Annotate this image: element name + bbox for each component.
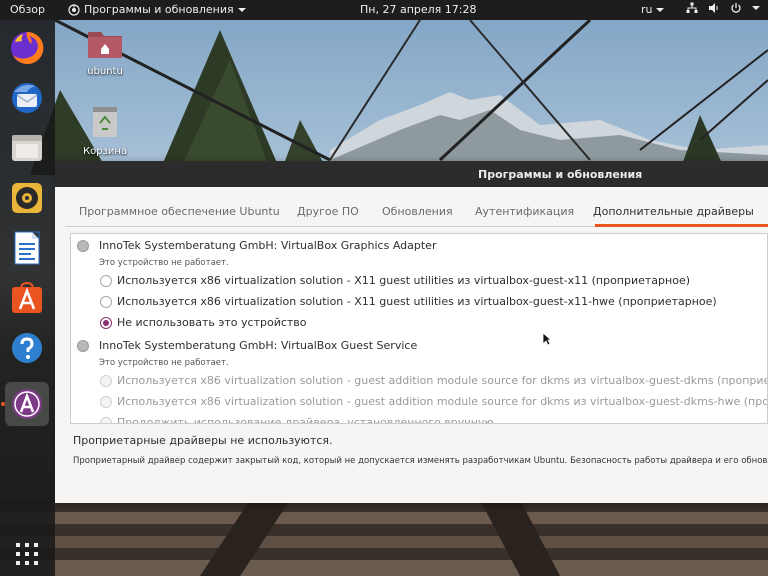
device-status: Это устройство не работает. xyxy=(99,358,229,368)
rhythmbox-icon xyxy=(12,183,42,213)
device-title: InnoTek Systemberatung GmbH: VirtualBox … xyxy=(99,239,437,252)
drivers-status-text: Проприетарные драйверы не используются. xyxy=(73,434,333,447)
software-and-updates-window: Программы и обновления Программное обесп… xyxy=(55,161,768,503)
dock-help[interactable] xyxy=(5,326,49,370)
desktop-trash-label: Корзина xyxy=(82,146,128,157)
dock-software-center[interactable] xyxy=(5,276,49,320)
keyboard-layout-indicator[interactable]: ru xyxy=(641,3,664,16)
driver-option-radio xyxy=(100,396,112,408)
active-tab-indicator xyxy=(595,224,768,227)
driver-option-label: Продолжить использование драйвера, устан… xyxy=(117,416,494,424)
top-bar: Обзор Программы и обновления Пн, 27 апре… xyxy=(0,0,768,20)
writer-icon xyxy=(14,231,40,265)
chevron-down-icon xyxy=(655,7,664,12)
dock-thunderbird[interactable] xyxy=(5,76,49,120)
power-icon xyxy=(731,3,741,13)
driver-option-radio[interactable] xyxy=(100,275,112,287)
volume-icon xyxy=(709,3,718,13)
show-applications-icon xyxy=(16,543,38,565)
device-status-icon xyxy=(77,340,89,352)
files-icon xyxy=(12,135,42,161)
tab-ubuntu-software[interactable]: Программное обеспечение Ubuntu xyxy=(79,205,280,218)
desktop-home-label: ubuntu xyxy=(87,66,123,77)
chevron-down-icon xyxy=(237,7,246,12)
proprietary-driver-note: Проприетарный драйвер содержит закрытый … xyxy=(73,456,768,466)
dock-files[interactable] xyxy=(5,126,49,170)
driver-option-radio-selected[interactable] xyxy=(100,317,112,329)
show-applications-button[interactable] xyxy=(5,532,49,576)
system-menu[interactable] xyxy=(686,2,760,14)
software-updater-icon xyxy=(12,389,42,419)
help-icon xyxy=(12,333,42,363)
dock xyxy=(0,20,55,576)
driver-option-radio xyxy=(100,417,112,423)
tab-updates[interactable]: Обновления xyxy=(382,205,453,218)
tab-bar: Программное обеспечение Ubuntu Другое ПО… xyxy=(65,197,768,227)
network-icon xyxy=(686,2,698,13)
tab-authentication[interactable]: Аутентификация xyxy=(475,205,574,218)
dock-firefox[interactable] xyxy=(5,26,49,70)
device-status: Это устройство не работает. xyxy=(99,258,229,268)
driver-option-label[interactable]: Не использовать это устройство xyxy=(117,316,307,329)
keyboard-layout-label: ru xyxy=(641,3,653,16)
home-folder-icon xyxy=(88,32,122,58)
app-menu[interactable]: Программы и обновления xyxy=(68,3,246,16)
mouse-pointer-icon xyxy=(542,332,552,346)
software-properties-icon xyxy=(68,3,80,16)
dock-software-updater[interactable] xyxy=(5,382,49,426)
drivers-list[interactable]: InnoTek Systemberatung GmbH: VirtualBox … xyxy=(70,233,768,424)
activities-button[interactable]: Обзор xyxy=(10,3,45,16)
clock[interactable]: Пн, 27 апреля 17:28 xyxy=(360,3,476,16)
window-title: Программы и обновления xyxy=(478,168,643,181)
device-title: InnoTek Systemberatung GmbH: VirtualBox … xyxy=(99,339,418,352)
app-menu-label: Программы и обновления xyxy=(84,3,234,16)
tab-other-software[interactable]: Другое ПО xyxy=(297,205,359,218)
software-center-icon xyxy=(12,281,42,313)
window-titlebar[interactable]: Программы и обновления xyxy=(55,161,768,187)
driver-option-label[interactable]: Используется x86 virtualization solution… xyxy=(117,295,717,308)
desktop-home-folder[interactable]: ubuntu xyxy=(70,27,140,77)
chevron-down-icon xyxy=(752,6,760,10)
thunderbird-icon xyxy=(12,83,42,113)
device-status-icon xyxy=(77,240,89,252)
dock-rhythmbox[interactable] xyxy=(5,176,49,220)
driver-option-label: Используется x86 virtualization solution… xyxy=(117,395,767,408)
desktop-trash[interactable]: Корзина xyxy=(70,105,140,157)
dock-writer[interactable] xyxy=(5,226,49,270)
trash-icon xyxy=(93,107,117,137)
firefox-icon xyxy=(11,31,44,64)
driver-option-label: Используется x86 virtualization solution… xyxy=(117,374,768,387)
tab-additional-drivers[interactable]: Дополнительные драйверы xyxy=(593,205,754,218)
driver-option-label[interactable]: Используется x86 virtualization solution… xyxy=(117,274,690,287)
driver-option-radio[interactable] xyxy=(100,296,112,308)
driver-option-radio xyxy=(100,375,112,387)
